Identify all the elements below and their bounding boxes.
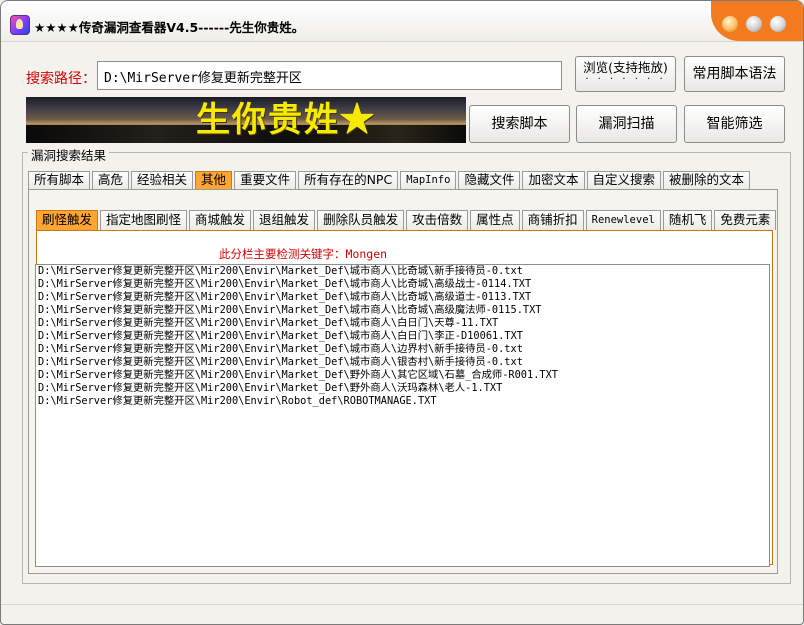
browse-button-dots: · · · · · · · xyxy=(585,74,666,85)
window-title: ★★★★传奇漏洞查看器V4.5------先生你贵姓。 xyxy=(34,20,305,35)
tab-high-risk[interactable]: 高危 xyxy=(92,171,130,189)
tab-encrypted-text[interactable]: 加密文本 xyxy=(522,171,585,189)
tab-shop-trigger[interactable]: 商城触发 xyxy=(189,210,252,230)
tab-custom-search[interactable]: 自定义搜索 xyxy=(586,171,662,189)
tab-attribute-points[interactable]: 属性点 xyxy=(470,210,520,230)
tab-all-npc[interactable]: 所有存在的NPC xyxy=(298,171,399,189)
sub-tab-bar: 刷怪触发 指定地图刷怪 商城触发 退组触发 删除队员触发 攻击倍数 属性点 商铺… xyxy=(36,210,778,230)
close-icon[interactable] xyxy=(770,16,786,32)
list-item[interactable]: D:\MirServer修复更新完整开区\Mir200\Envir\Market… xyxy=(36,265,769,278)
list-item[interactable]: D:\MirServer修复更新完整开区\Mir200\Envir\Market… xyxy=(36,330,769,343)
list-item[interactable]: D:\MirServer修复更新完整开区\Mir200\Envir\Market… xyxy=(36,291,769,304)
tab-shop-discount[interactable]: 商铺折扣 xyxy=(521,210,584,230)
keyword-hint: 此分栏主要检测关键字：Mongen xyxy=(219,247,388,261)
tab-free-element[interactable]: 免费元素 xyxy=(714,210,777,230)
browse-button-label: 浏览(支持拖放) xyxy=(583,60,668,75)
tab-random-fly[interactable]: 随机飞 xyxy=(662,210,713,230)
app-icon xyxy=(10,15,30,35)
tab-all-scripts[interactable]: 所有脚本 xyxy=(28,171,91,189)
search-path-input[interactable]: D:\MirServer修复更新完整开区 xyxy=(97,61,562,90)
tab-renewlevel[interactable]: Renewlevel xyxy=(585,210,661,230)
tab-other[interactable]: 其他 xyxy=(195,171,233,189)
results-group-title: 漏洞搜索结果 xyxy=(28,145,110,164)
tab-attack-multiplier[interactable]: 攻击倍数 xyxy=(406,210,469,230)
tab-monster-trigger[interactable]: 刷怪触发 xyxy=(36,210,99,230)
banner-image: 生你贵姓★ xyxy=(26,97,466,143)
tab-remove-member-trigger[interactable]: 删除队员触发 xyxy=(317,210,405,230)
main-window: ★★★★传奇漏洞查看器V4.5------先生你贵姓。 搜索路径： D:\Mir… xyxy=(0,0,804,625)
minimize-icon[interactable] xyxy=(722,16,738,32)
tab-hidden-files[interactable]: 隐藏文件 xyxy=(458,171,521,189)
list-item[interactable]: D:\MirServer修复更新完整开区\Mir200\Envir\Market… xyxy=(36,304,769,317)
list-item[interactable]: D:\MirServer修复更新完整开区\Mir200\Envir\Market… xyxy=(36,317,769,330)
tab-leave-group-trigger[interactable]: 退组触发 xyxy=(253,210,316,230)
window-controls xyxy=(711,1,803,41)
tab-deleted-text[interactable]: 被删除的文本 xyxy=(663,171,751,189)
main-tab-bar: 所有脚本 高危 经验相关 其他 重要文件 所有存在的NPC MapInfo 隐藏… xyxy=(28,171,752,189)
list-item[interactable]: D:\MirServer修复更新完整开区\Mir200\Envir\Market… xyxy=(36,369,769,382)
banner-text: 生你贵姓★ xyxy=(196,100,376,140)
tab-experience[interactable]: 经验相关 xyxy=(131,171,194,189)
list-item[interactable]: D:\MirServer修复更新完整开区\Mir200\Envir\Market… xyxy=(36,356,769,369)
title-bar[interactable]: ★★★★传奇漏洞查看器V4.5------先生你贵姓。 xyxy=(1,1,803,42)
list-item[interactable]: D:\MirServer修复更新完整开区\Mir200\Envir\Robot_… xyxy=(36,395,769,408)
search-script-button[interactable]: 搜索脚本 xyxy=(469,105,570,143)
browse-button[interactable]: 浏览(支持拖放) · · · · · · · xyxy=(575,56,676,92)
maximize-icon[interactable] xyxy=(746,16,762,32)
vulnerability-scan-button[interactable]: 漏洞扫描 xyxy=(576,105,677,143)
status-divider xyxy=(1,604,803,605)
list-item[interactable]: D:\MirServer修复更新完整开区\Mir200\Envir\Market… xyxy=(36,278,769,291)
tab-important-files[interactable]: 重要文件 xyxy=(234,171,297,189)
script-syntax-button[interactable]: 常用脚本语法 xyxy=(684,56,785,92)
search-path-label: 搜索路径： xyxy=(26,71,96,87)
list-item[interactable]: D:\MirServer修复更新完整开区\Mir200\Envir\Market… xyxy=(36,343,769,356)
tab-map-monster[interactable]: 指定地图刷怪 xyxy=(100,210,188,230)
smart-filter-button[interactable]: 智能筛选 xyxy=(684,105,785,143)
list-item[interactable]: D:\MirServer修复更新完整开区\Mir200\Envir\Market… xyxy=(36,382,769,395)
results-list[interactable]: D:\MirServer修复更新完整开区\Mir200\Envir\Market… xyxy=(35,264,770,567)
tab-mapinfo[interactable]: MapInfo xyxy=(400,171,457,189)
